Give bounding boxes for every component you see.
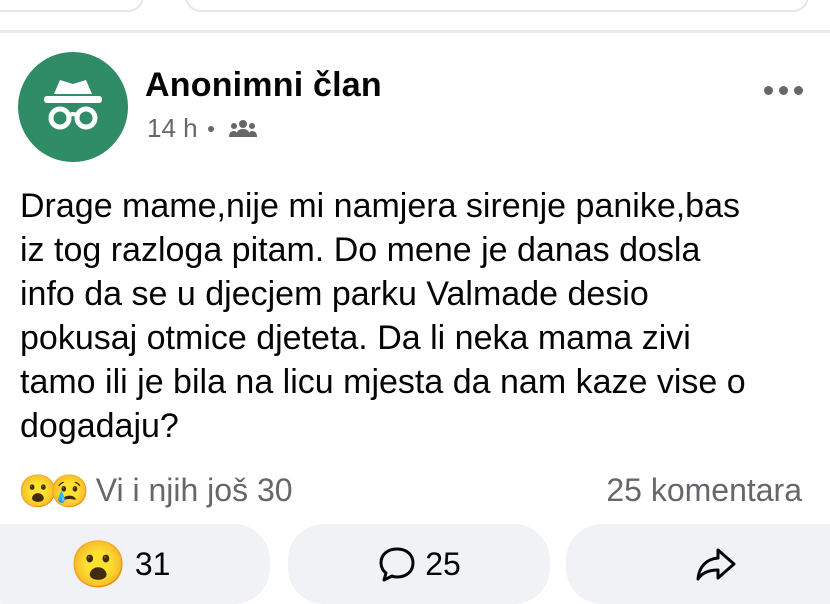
more-dots-icon xyxy=(764,85,773,95)
reactions-summary[interactable]: 😮 😢 Vi i njih još 30 xyxy=(18,472,293,509)
post-text: Drage mame,nije mi namjera sirenje panik… xyxy=(20,187,746,445)
comment-button[interactable]: 25 xyxy=(288,524,550,604)
comments-count-link[interactable]: 25 komentara xyxy=(606,472,802,509)
react-count: 31 xyxy=(134,545,171,582)
comment-icon xyxy=(379,547,415,582)
sad-reaction-icon: 😢 xyxy=(49,472,90,509)
separator-dot xyxy=(207,125,214,132)
share-button[interactable] xyxy=(566,524,830,604)
more-options-button[interactable] xyxy=(764,80,812,100)
top-right-pill[interactable] xyxy=(185,0,809,12)
divider xyxy=(0,30,830,33)
post-meta: 14 h xyxy=(147,113,258,144)
comment-count: 25 xyxy=(425,545,461,582)
top-left-pill[interactable] xyxy=(0,0,144,12)
post-time[interactable]: 14 h xyxy=(147,113,198,144)
share-icon xyxy=(696,548,736,581)
group-audience-icon xyxy=(228,119,257,137)
author-name[interactable]: Anonimni član xyxy=(145,66,382,105)
incognito-avatar-icon xyxy=(44,80,102,130)
top-bar xyxy=(0,0,830,30)
avatar[interactable] xyxy=(18,52,128,162)
wow-reaction-icon: 😮 xyxy=(69,538,127,590)
reactions-label: Vi i njih još 30 xyxy=(95,472,293,508)
react-button[interactable]: 😮 31 xyxy=(0,524,270,604)
